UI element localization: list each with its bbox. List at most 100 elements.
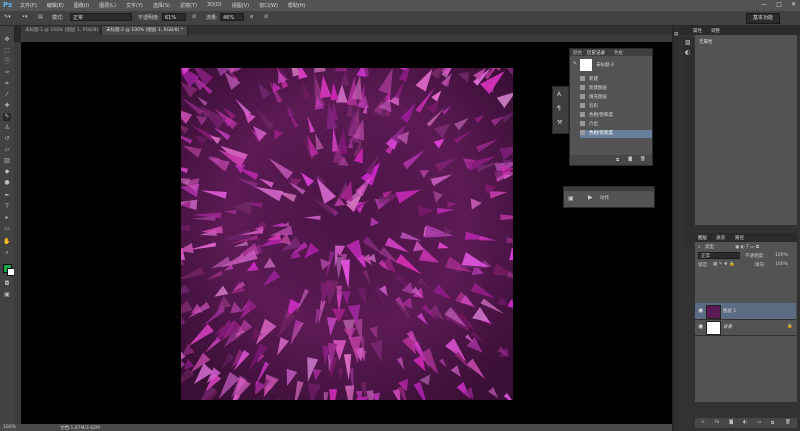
menu-file[interactable]: 文件(F) — [20, 2, 37, 9]
eraser-tool-icon[interactable]: ▱ — [3, 146, 11, 154]
mode-select[interactable]: 正常 — [70, 13, 132, 21]
tool-presets-icon[interactable]: ⚒ — [557, 119, 562, 126]
snapshot-thumbnail[interactable] — [580, 59, 592, 71]
delete-layer-icon[interactable]: 🗑 — [785, 420, 791, 425]
paragraph-panel-icon[interactable]: ¶ — [557, 105, 561, 112]
stamp-tool-icon[interactable]: ♙ — [3, 124, 11, 132]
delete-state-icon[interactable]: 🗑 — [640, 157, 646, 162]
pressure-opacity-icon[interactable]: ⊘ — [192, 14, 196, 20]
healing-tool-icon[interactable]: ✚ — [3, 102, 11, 110]
kind-filter-label[interactable]: 类型 — [705, 244, 714, 250]
tab-document-2[interactable]: 未标题-2 @ 100% (图层 1, RGB/8) * — [102, 26, 188, 35]
screen-mode-icon[interactable]: ▣ — [3, 291, 11, 299]
tab-channels[interactable]: 通道 — [716, 235, 725, 241]
play-action-icon[interactable]: ▶ — [588, 194, 593, 201]
filter-icons[interactable]: ▣ ◐ T ▭ ⧉ — [735, 244, 759, 250]
marquee-tool-icon[interactable]: ⬚ — [3, 47, 11, 55]
properties-icon[interactable]: ▧ — [685, 39, 691, 46]
blend-mode-select[interactable]: 正常 — [698, 252, 740, 259]
lock-icons[interactable]: ▦ ✎ ✥ 🔒 — [713, 262, 735, 267]
menu-view[interactable]: 视图(V) — [232, 2, 249, 9]
type-tool-icon[interactable]: T — [3, 203, 11, 211]
menu-help[interactable]: 帮助(H) — [288, 2, 306, 9]
adjustment-layer-icon[interactable]: ◐ — [743, 420, 747, 425]
brush-tool-icon-active[interactable]: ✎ — [3, 113, 11, 121]
dodge-tool-icon[interactable]: ● — [3, 179, 11, 187]
pen-tool-icon[interactable]: ✒ — [3, 192, 11, 200]
lasso-tool-icon[interactable]: ⓛ — [3, 58, 11, 66]
layer-name[interactable]: 背景 — [723, 324, 732, 330]
history-step[interactable]: 新建图层 — [580, 85, 652, 93]
new-layer-icon[interactable]: ⧉ — [771, 420, 774, 426]
brush-size-icon[interactable]: •▾ — [22, 14, 27, 20]
menu-type[interactable]: 文字(Y) — [126, 2, 143, 9]
tab-layers[interactable]: 图层 — [698, 235, 707, 241]
brush-tool-icon[interactable]: ✎▾ — [4, 14, 11, 20]
zoom-level[interactable]: 100% — [3, 425, 16, 430]
layer-opacity-field[interactable]: 100% — [775, 253, 788, 258]
close-button[interactable]: ✕ — [791, 1, 796, 8]
history-step[interactable]: 云彩 — [580, 103, 652, 111]
tab-color[interactable]: 颜色 — [573, 50, 582, 56]
properties-toggle-icon[interactable]: ▤ — [674, 32, 678, 37]
history-step[interactable]: 新建 — [580, 76, 652, 84]
flow-field[interactable]: 46% — [220, 13, 244, 21]
tab-adjustments[interactable]: 调整 — [711, 28, 720, 34]
workspace-switcher[interactable]: 基本功能 — [746, 13, 780, 24]
add-mask-icon[interactable]: ◙ — [729, 420, 733, 425]
history-step-selected[interactable]: 色相/饱和度 — [580, 130, 652, 138]
airbrush-icon[interactable]: ɞ — [250, 14, 253, 20]
tab-swatches[interactable]: 色板 — [614, 50, 623, 56]
tab-history[interactable]: 历史记录 — [587, 50, 605, 56]
hand-tool-icon[interactable]: ✋ — [3, 238, 11, 246]
layer-style-icon[interactable]: fx — [715, 420, 719, 425]
visibility-eye-icon[interactable]: ◉ — [698, 307, 703, 314]
tab-properties[interactable]: 属性 — [693, 28, 702, 34]
visibility-eye-icon[interactable]: ◉ — [698, 323, 703, 330]
gradient-tool-icon[interactable]: ▥ — [3, 157, 11, 165]
eyedropper-tool-icon[interactable]: ⁄ — [3, 91, 11, 99]
menu-3d[interactable]: 3D(D) — [207, 2, 222, 9]
shape-tool-icon[interactable]: ▭ — [3, 225, 11, 233]
menu-window[interactable]: 窗口(W) — [259, 2, 278, 9]
artwork-image[interactable] — [181, 68, 513, 400]
actions-panel-icon[interactable]: ▣ — [568, 195, 574, 202]
layer-name[interactable]: 图层 1 — [723, 308, 736, 314]
adjustments-icon[interactable]: ◐ — [685, 49, 690, 56]
character-panel-icon[interactable]: A — [557, 91, 561, 98]
blur-tool-icon[interactable]: ◆ — [3, 168, 11, 176]
maximize-button[interactable]: □ — [776, 1, 782, 8]
fill-field[interactable]: 100% — [775, 262, 788, 267]
snapshot-label[interactable]: 未标题-2 — [596, 62, 614, 68]
quick-mask-icon[interactable]: ◘ — [3, 280, 11, 288]
layer-row[interactable]: ◉ 图层 1 — [695, 303, 796, 320]
actions-row-label[interactable]: 动作 — [600, 195, 609, 201]
history-brush-source-icon[interactable]: ✎ — [573, 61, 577, 67]
move-tool-icon[interactable]: ✥ — [3, 36, 11, 44]
quick-select-tool-icon[interactable]: ✑ — [3, 69, 11, 77]
zoom-tool-icon[interactable]: ⌕ — [3, 249, 11, 257]
menu-filter[interactable]: 滤镜(T) — [180, 2, 197, 9]
minimize-button[interactable]: — — [761, 1, 767, 8]
layer-row[interactable]: ◉ 背景 🔒 — [695, 319, 796, 336]
new-snapshot-icon[interactable]: ◙ — [628, 157, 632, 162]
kind-filter-icon[interactable]: ⌕ — [698, 244, 701, 250]
menu-image[interactable]: 图像(I) — [74, 2, 89, 9]
new-group-icon[interactable]: ▭ — [757, 420, 761, 425]
brush-panel-icon[interactable]: ▤ — [38, 14, 43, 20]
link-layers-icon[interactable]: ∞ — [701, 420, 705, 425]
tab-paths[interactable]: 路径 — [735, 235, 744, 241]
menu-select[interactable]: 选择(S) — [153, 2, 170, 9]
history-step[interactable]: 色相/饱和度 — [580, 112, 652, 120]
menu-layer[interactable]: 图层(L) — [99, 2, 116, 9]
history-brush-tool-icon[interactable]: ↺ — [3, 135, 11, 143]
opacity-field[interactable]: 61% — [162, 13, 186, 21]
history-step[interactable]: 凸出 — [580, 121, 652, 129]
crop-tool-icon[interactable]: ⌗ — [3, 80, 11, 88]
history-step[interactable]: 填充图层 — [580, 94, 652, 102]
menu-edit[interactable]: 编辑(E) — [47, 2, 64, 9]
new-document-from-state-icon[interactable]: ⧉ — [616, 157, 619, 163]
pressure-size-icon[interactable]: ⊘ — [264, 14, 268, 20]
tab-document-1[interactable]: 未标题-1 @ 100% (图层 1, RGB/8) * — [21, 26, 101, 42]
path-select-tool-icon[interactable]: ▸ — [3, 214, 11, 222]
